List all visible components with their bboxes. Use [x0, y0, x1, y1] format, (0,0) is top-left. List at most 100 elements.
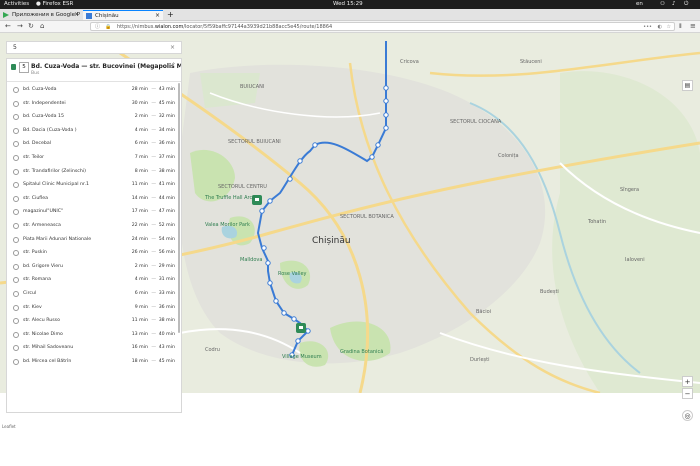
- stop-radio-icon[interactable]: [13, 223, 19, 229]
- stop-row[interactable]: str. Ciuflea 14 min —44 min: [7, 192, 181, 206]
- firefox-app-menu[interactable]: ● Firefox ESR: [36, 0, 73, 9]
- stop-row[interactable]: bd. Decebal 6 min —36 min: [7, 137, 181, 151]
- close-tab-icon[interactable]: ×: [74, 10, 79, 20]
- stop-row[interactable]: str. Alecu Russo 11 min —38 min: [7, 314, 181, 328]
- stop-radio-icon[interactable]: [13, 182, 19, 189]
- stop-row[interactable]: bd. Grigore Vieru 2 min —29 min: [7, 260, 181, 274]
- next-arrival: 17 min: [131, 209, 148, 215]
- poi-label: Malldova: [240, 257, 262, 263]
- place-label: Colonița: [498, 153, 519, 159]
- stop-radio-icon[interactable]: [13, 277, 19, 284]
- scrollbar[interactable]: [178, 83, 180, 333]
- stop-name: bd. Grigore Vieru: [23, 263, 64, 269]
- bus-marker-icon[interactable]: [296, 323, 306, 333]
- stop-radio-icon[interactable]: [13, 87, 19, 93]
- stop-radio-icon[interactable]: [13, 209, 19, 216]
- leaflet-attribution[interactable]: Leaflet: [2, 424, 16, 429]
- stop-radio-icon[interactable]: [13, 345, 19, 352]
- stop-row[interactable]: str. Puskin 26 min —56 min: [7, 246, 181, 260]
- route-stop: [383, 85, 389, 91]
- following-arrival: 56 min: [158, 250, 175, 256]
- stop-row[interactable]: str. Trandafirilor (Zelinschi) 8 min —38 m…: [7, 165, 181, 179]
- stop-radio-icon[interactable]: [13, 168, 19, 175]
- separator: —: [151, 318, 156, 324]
- stop-name: str. Romana: [23, 277, 51, 283]
- tab-google-play[interactable]: Приложения в Google P ×: [0, 10, 82, 20]
- stop-radio-icon[interactable]: [13, 100, 19, 107]
- clock[interactable]: Wed 15:29: [333, 0, 363, 9]
- power-icon[interactable]: ⏻: [684, 0, 688, 9]
- chevron-up-icon[interactable]: ⌃: [171, 62, 176, 69]
- stop-row[interactable]: str. Armeneasca 22 min —52 min: [7, 219, 181, 233]
- following-arrival: 38 min: [158, 168, 175, 174]
- url-bar[interactable]: ⓘ 🔒 https://nimbus.wialon.com/locator/5f…: [90, 22, 675, 31]
- stop-row[interactable]: str. Romana 4 min —31 min: [7, 273, 181, 287]
- place-label: Cricova: [400, 59, 419, 65]
- menu-icon[interactable]: ≡: [690, 21, 696, 32]
- stop-radio-icon[interactable]: [13, 236, 19, 243]
- stop-radio-icon[interactable]: [13, 155, 19, 161]
- stop-radio-icon[interactable]: [13, 195, 19, 202]
- page-actions-icon[interactable]: •••: [643, 23, 652, 30]
- stop-row[interactable]: bd. Cuza-Voda 28 min —43 min: [7, 83, 181, 97]
- reload-icon[interactable]: ↻: [28, 21, 34, 32]
- clear-search-icon[interactable]: ×: [170, 42, 175, 54]
- stop-row[interactable]: bd. Mircea cel Bătrîn 18 min —45 min: [7, 355, 181, 369]
- bookmark-star-icon[interactable]: ☆: [667, 23, 671, 30]
- route-type: Bus: [31, 71, 40, 76]
- new-tab-button[interactable]: +: [164, 10, 176, 20]
- home-icon[interactable]: ⌂: [40, 21, 44, 32]
- back-icon[interactable]: ←: [5, 21, 11, 32]
- stop-row[interactable]: str. Kiev 9 min —36 min: [7, 301, 181, 315]
- zoom-in-button[interactable]: +: [682, 376, 693, 387]
- following-arrival: 43 min: [158, 345, 175, 351]
- pocket-icon[interactable]: ◐: [658, 23, 662, 30]
- forward-icon[interactable]: →: [17, 21, 23, 32]
- activities-button[interactable]: Activities: [4, 0, 29, 9]
- stop-row[interactable]: str. Nicolae Dimo 13 min —40 min: [7, 328, 181, 342]
- stop-radio-icon[interactable]: [13, 250, 19, 257]
- language-indicator[interactable]: en: [636, 0, 643, 9]
- stop-radio-icon[interactable]: [13, 359, 19, 365]
- stop-name: str. Mihail Sadoveanu: [23, 345, 74, 351]
- stop-radio-icon[interactable]: [13, 141, 19, 148]
- stop-row[interactable]: str. Mihail Sadoveanu 16 min —43 min: [7, 341, 181, 355]
- stop-row[interactable]: Piata Marii Adunari Nationale 24 min —54 m…: [7, 233, 181, 247]
- stop-row[interactable]: magazinul"UNIC" 17 min —47 min: [7, 205, 181, 219]
- close-tab-icon[interactable]: ×: [155, 11, 160, 20]
- route-stop: [383, 125, 389, 131]
- tab-chisinau[interactable]: Chișinău ×: [83, 10, 163, 20]
- stop-radio-icon[interactable]: [13, 127, 19, 134]
- stop-row[interactable]: str. Teilor 7 min —37 min: [7, 151, 181, 165]
- route-header[interactable]: 5 Bd. Cuza-Voda — str. Bucovinei (Megapo…: [7, 59, 181, 82]
- next-arrival: 11 min: [131, 182, 148, 188]
- library-icon[interactable]: ⫴: [679, 21, 682, 32]
- stop-radio-icon[interactable]: [13, 114, 19, 121]
- separator: —: [151, 291, 156, 296]
- next-arrival: 9 min: [134, 304, 148, 310]
- stop-row[interactable]: Spitalul Clinic Municipal nr.1 11 min —41 …: [7, 178, 181, 192]
- network-icon[interactable]: ⚇: [660, 0, 665, 9]
- following-arrival: 54 min: [158, 236, 175, 242]
- poi-label: The Truffle Hall Arch: [204, 195, 255, 201]
- stop-radio-icon[interactable]: [13, 291, 19, 297]
- stop-row[interactable]: Circul 6 min —33 min: [7, 287, 181, 301]
- layers-icon[interactable]: ▤: [682, 80, 693, 91]
- separator: —: [151, 209, 156, 215]
- next-arrival: 8 min: [134, 168, 148, 174]
- stop-row[interactable]: str. Independentei 30 min —45 min: [7, 97, 181, 111]
- zoom-out-button[interactable]: −: [682, 388, 693, 399]
- stop-radio-icon[interactable]: [13, 304, 19, 311]
- stop-name: str. Puskin: [23, 250, 47, 256]
- stop-radio-icon[interactable]: [13, 318, 19, 325]
- stop-radio-icon[interactable]: [13, 331, 19, 338]
- next-arrival: 6 min: [134, 141, 148, 147]
- volume-icon[interactable]: ♪: [672, 0, 676, 9]
- info-icon[interactable]: ⓘ: [95, 23, 100, 30]
- stop-row[interactable]: bd. Cuza-Voda 15 2 min —32 min: [7, 110, 181, 124]
- stop-row[interactable]: Bd. Dacia (Cuza-Voda ) 4 min —34 min: [7, 124, 181, 138]
- locate-button[interactable]: ◎: [682, 410, 693, 421]
- stop-radio-icon[interactable]: [13, 263, 19, 270]
- route-stop: [267, 198, 273, 204]
- route-search-input[interactable]: 5 ×: [6, 41, 182, 54]
